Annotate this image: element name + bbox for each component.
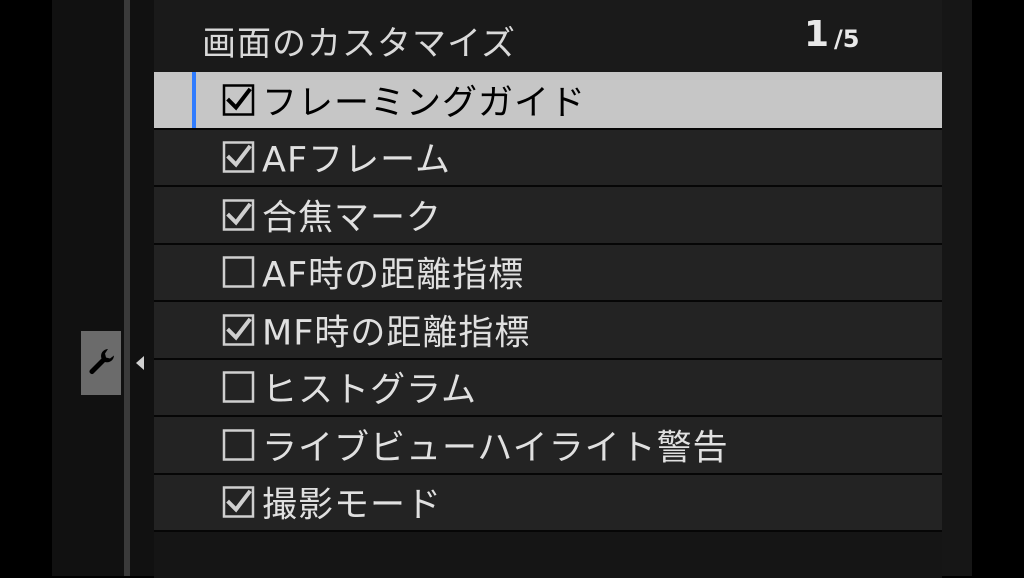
- checkbox-checked-icon[interactable]: [222, 141, 255, 174]
- wrench-icon: [86, 346, 116, 380]
- menu-item-label: 合焦マーク: [262, 198, 443, 239]
- menu-item-label: AF時の距離指標: [262, 255, 525, 296]
- menu-list: フレーミングガイド AFフレーム 合焦マーク AF時の距離指標 MF時の距離指標…: [154, 72, 942, 578]
- right-border: [942, 0, 972, 576]
- row-marker: [192, 475, 196, 531]
- page-current: 1: [804, 14, 830, 55]
- tab-pointer-icon: [136, 356, 144, 370]
- row-marker: [192, 130, 196, 186]
- menu-item-live-view-highlight-alert[interactable]: ライブビューハイライト警告: [154, 417, 942, 475]
- checkbox-checked-icon[interactable]: [222, 198, 255, 231]
- menu-panel: 画面のカスタマイズ 1 /5 フレーミングガイド AFフレーム 合焦マーク AF…: [154, 0, 942, 578]
- checkbox-checked-icon[interactable]: [222, 313, 255, 346]
- right-letterbox: [972, 0, 1024, 576]
- checkbox-unchecked-icon[interactable]: [222, 371, 255, 404]
- menu-item-label: MF時の距離指標: [262, 313, 531, 354]
- menu-item-shooting-mode[interactable]: 撮影モード: [154, 474, 942, 532]
- menu-title: 画面のカスタマイズ: [202, 24, 516, 64]
- checkbox-checked-icon[interactable]: [222, 486, 255, 519]
- checkbox-unchecked-icon[interactable]: [222, 256, 255, 289]
- checkbox-unchecked-icon[interactable]: [222, 428, 255, 461]
- menu-item-label: 撮影モード: [262, 485, 443, 526]
- menu-gap: [130, 0, 154, 576]
- menu-item-mf-distance-indicator[interactable]: MF時の距離指標: [154, 302, 942, 360]
- menu-item-label: ヒストグラム: [262, 370, 477, 411]
- left-letterbox: [0, 0, 52, 576]
- page-total: /5: [834, 25, 860, 53]
- checkbox-checked-icon[interactable]: [222, 83, 255, 116]
- menu-item-label: ライブビューハイライト警告: [262, 428, 729, 469]
- row-marker: [192, 187, 196, 243]
- menu-item-focus-mark[interactable]: 合焦マーク: [154, 187, 942, 245]
- row-marker: [192, 360, 196, 416]
- list-empty-area: [154, 532, 942, 578]
- row-marker: [192, 417, 196, 473]
- menu-item-label: フレーミングガイド: [262, 83, 587, 124]
- menu-item-label: AFフレーム: [262, 140, 452, 181]
- menu-item-af-frame[interactable]: AFフレーム: [154, 129, 942, 187]
- selection-marker: [192, 72, 196, 128]
- setup-tab[interactable]: [81, 331, 121, 395]
- menu-item-af-distance-indicator[interactable]: AF時の距離指標: [154, 244, 942, 302]
- menu-header: 画面のカスタマイズ 1 /5: [154, 0, 942, 72]
- left-panel: [52, 0, 124, 576]
- menu-item-histogram[interactable]: ヒストグラム: [154, 359, 942, 417]
- row-marker: [192, 302, 196, 358]
- menu-item-framing-guide[interactable]: フレーミングガイド: [154, 72, 942, 130]
- row-marker: [192, 245, 196, 301]
